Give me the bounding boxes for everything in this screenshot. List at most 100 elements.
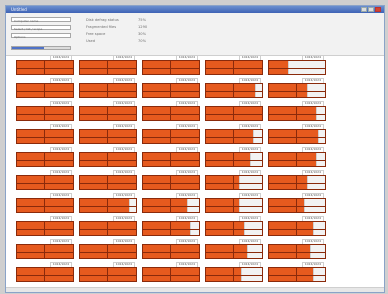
grid-tile: 1024/1024 xyxy=(79,239,137,259)
tile-bar xyxy=(79,244,137,259)
tile-free-space xyxy=(244,222,262,235)
grid-tile: 1024/1024 xyxy=(79,101,137,121)
tile-bar xyxy=(79,198,137,213)
tile-bar xyxy=(268,129,326,144)
grid-tile: 1024/1024 xyxy=(205,170,263,190)
grid-tile: 1024/1024 xyxy=(79,193,137,213)
tile-bar xyxy=(268,106,326,121)
maximize-button[interactable] xyxy=(368,7,374,12)
tile-bar xyxy=(79,60,137,75)
grid-tile: 1024/1024 xyxy=(16,193,74,213)
grid-tile: 1024/1024 xyxy=(142,124,200,144)
grid-tile: 1024/1024 xyxy=(142,170,200,190)
tile-bar xyxy=(268,198,326,213)
tile-free-space xyxy=(304,199,325,212)
grid-tile: 1024/1024 xyxy=(205,78,263,98)
tile-bar xyxy=(16,267,74,282)
tile-free-space xyxy=(189,222,199,235)
tile-bar xyxy=(142,106,200,121)
grid-tile: 1024/1024 xyxy=(79,216,137,236)
tile-bar xyxy=(205,221,263,236)
grid-tile: 1024/1024 xyxy=(79,55,137,75)
grid-tile: 1024/1024 xyxy=(142,78,200,98)
grid-tile: 1024/1024 xyxy=(142,101,200,121)
tile-bar xyxy=(205,267,263,282)
meta-label-1: Disk defrag status xyxy=(86,18,119,22)
tile-free-space xyxy=(238,176,262,189)
grid-tile: 1024/1024 xyxy=(79,262,137,282)
tile-bar xyxy=(205,175,263,190)
tile-bar xyxy=(205,60,263,75)
options-field[interactable]: Options xyxy=(11,33,71,39)
tile-bar xyxy=(205,106,263,121)
tile-bar xyxy=(268,244,326,259)
tile-free-space xyxy=(186,199,199,212)
tile-free-space xyxy=(287,61,325,74)
grid-tile: 1024/1024 xyxy=(79,124,137,144)
grid-tile: 1024/1024 xyxy=(142,55,200,75)
progress-fill xyxy=(12,47,44,49)
grid-tile: 1024/1024 xyxy=(205,262,263,282)
grid-tile: 1024/1024 xyxy=(268,55,326,75)
defrag-grid: 1024/1024 1024/1024 1024/1024 1024/1024 1024… xyxy=(16,54,384,292)
grid-tile: 1024/1024 xyxy=(268,262,326,282)
progress-bar xyxy=(11,46,71,50)
grid-tile: 1024/1024 xyxy=(16,55,74,75)
grid-tile: 1024/1024 xyxy=(16,78,74,98)
grid-tile: 1024/1024 xyxy=(79,78,137,98)
meta-value-1: 75% xyxy=(138,18,146,22)
tile-bar xyxy=(268,152,326,167)
tile-bar xyxy=(79,106,137,121)
tile-free-space xyxy=(307,84,325,97)
tile-bar xyxy=(142,83,200,98)
grid-tile: 1024/1024 xyxy=(205,55,263,75)
grid-tile: 1024/1024 xyxy=(16,170,74,190)
title-bar[interactable]: Untitled xyxy=(6,6,384,13)
tile-bar xyxy=(142,221,200,236)
scope-field[interactable]: Select / list / scope xyxy=(11,25,71,31)
meta-value-2: 1290 xyxy=(138,25,148,29)
tile-free-space xyxy=(129,199,136,212)
grid-tile: 1024/1024 xyxy=(268,78,326,98)
computer-name-field[interactable]: Computer name xyxy=(11,17,71,23)
tile-bar xyxy=(205,83,263,98)
grid-tile: 1024/1024 xyxy=(16,262,74,282)
grid-tile: 1024/1024 xyxy=(205,124,263,144)
grid-tile: 1024/1024 xyxy=(268,239,326,259)
tile-bar xyxy=(142,152,200,167)
tile-free-space xyxy=(247,245,262,258)
tile-bar xyxy=(16,198,74,213)
app-window: Untitled Computer name Select / list / s… xyxy=(5,5,385,293)
grid-tile: 1024/1024 xyxy=(268,101,326,121)
minimize-button[interactable] xyxy=(361,7,367,12)
tile-free-space xyxy=(255,84,262,97)
tile-free-space xyxy=(249,153,262,166)
tile-bar xyxy=(79,83,137,98)
tile-bar xyxy=(142,175,200,190)
tile-bar xyxy=(79,267,137,282)
close-button[interactable] xyxy=(375,7,381,12)
tile-bar xyxy=(79,175,137,190)
grid-tile: 1024/1024 xyxy=(205,216,263,236)
grid-tile: 1024/1024 xyxy=(205,147,263,167)
tile-bar xyxy=(205,152,263,167)
tile-bar xyxy=(16,152,74,167)
tile-free-space xyxy=(310,245,325,258)
meta-label-3: Free space xyxy=(86,32,106,36)
tile-bar xyxy=(16,129,74,144)
tile-bar xyxy=(205,198,263,213)
grid-tile: 1024/1024 xyxy=(16,216,74,236)
tile-free-space xyxy=(312,268,325,281)
tile-bar xyxy=(16,221,74,236)
tile-bar xyxy=(142,267,200,282)
tile-bar xyxy=(16,106,74,121)
tile-free-space xyxy=(315,153,325,166)
tile-free-space xyxy=(252,130,262,143)
window-controls xyxy=(361,7,381,12)
grid-tile: 1024/1024 xyxy=(16,239,74,259)
grid-tile: 1024/1024 xyxy=(16,124,74,144)
grid-tile: 1024/1024 xyxy=(142,262,200,282)
tile-bar xyxy=(79,152,137,167)
grid-tile: 1024/1024 xyxy=(142,216,200,236)
tile-bar xyxy=(268,221,326,236)
